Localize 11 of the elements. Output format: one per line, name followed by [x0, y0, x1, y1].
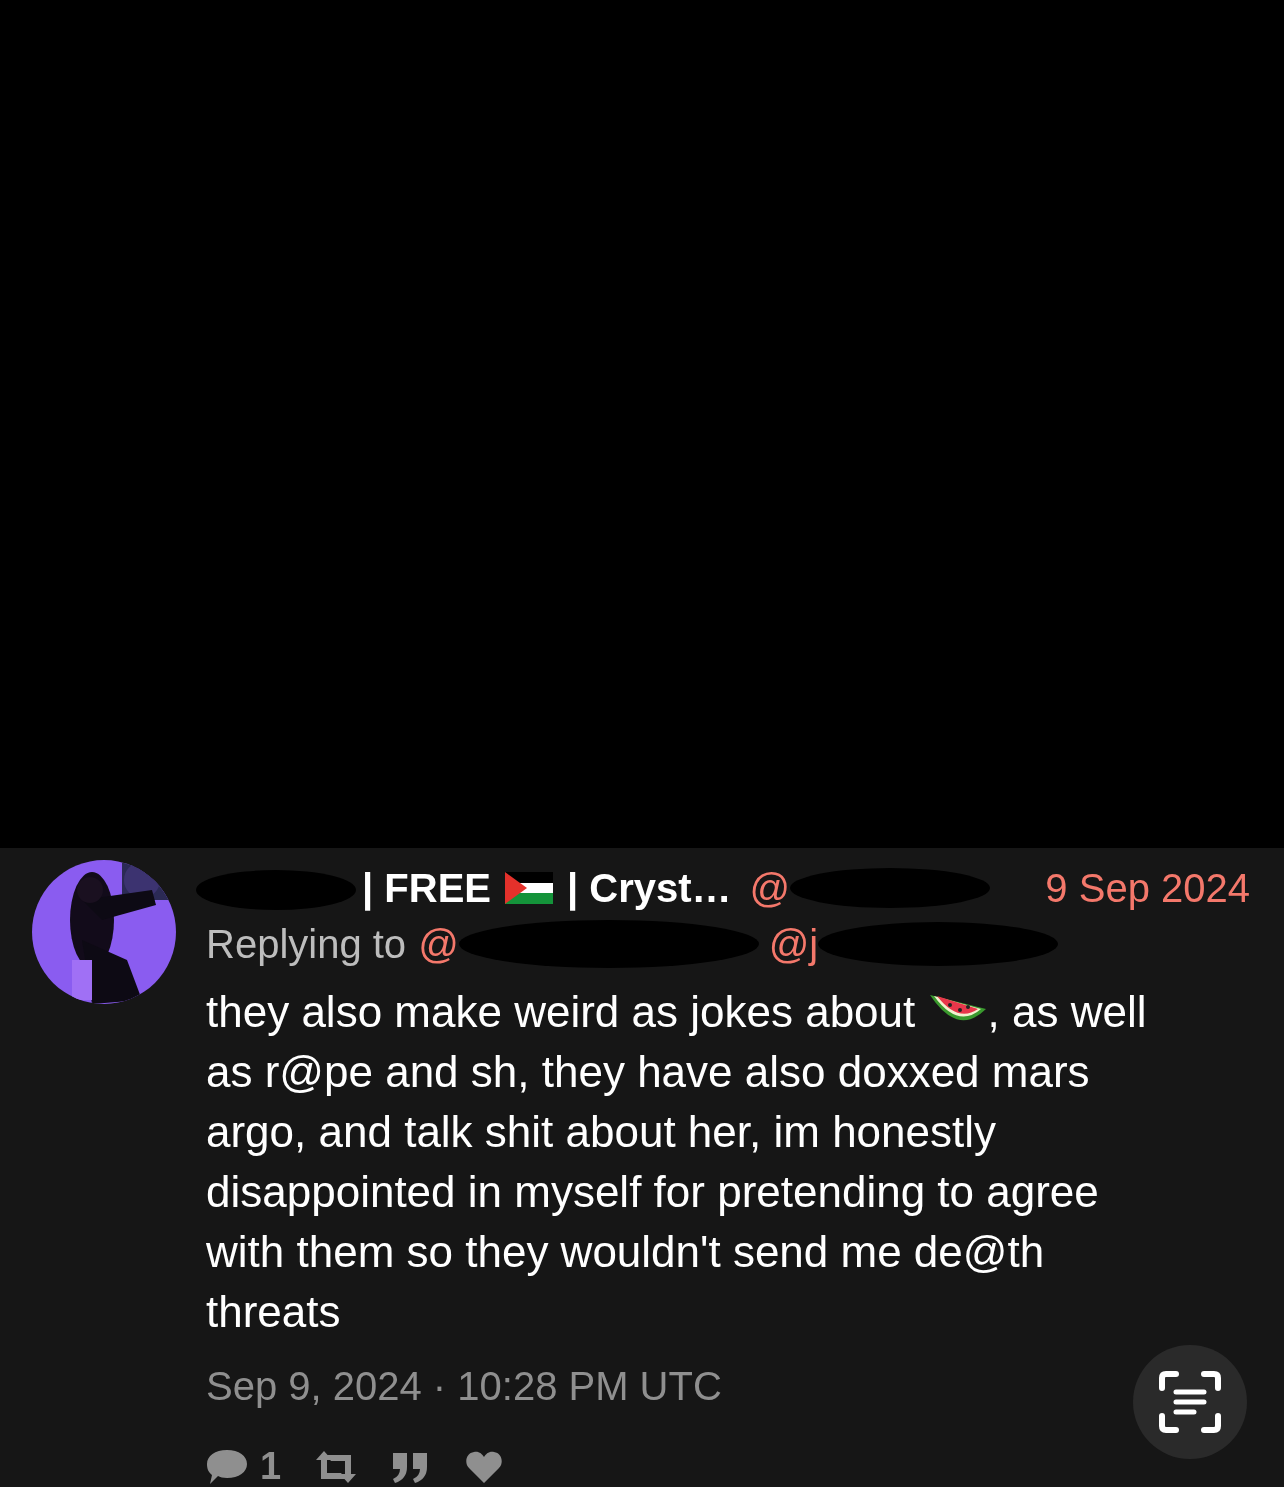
heart-icon[interactable] [465, 1449, 504, 1484]
flag-icon [505, 872, 553, 904]
retweet-icon[interactable] [315, 1450, 358, 1483]
reply-icon[interactable] [206, 1447, 248, 1486]
reply-count: 1 [260, 1444, 282, 1487]
tweet-text: they also make weird as jokes about , as well as r@pe and sh, they have also doxxed mars argo, and talk shit about her, im honestly disappointed in myself for pretending to agree with them so they wouldn't send me de@th threats [206, 986, 1148, 1338]
tweet-date[interactable]: 9 Sep 2024 [1045, 858, 1250, 918]
tweet-timestamp[interactable]: Sep 9, 2024 · 10:28 PM UTC [206, 1356, 1250, 1416]
replying-label: Replying to [206, 921, 407, 968]
display-name[interactable]: | Cryst… [567, 858, 732, 918]
text-scan-icon [1158, 1370, 1222, 1434]
